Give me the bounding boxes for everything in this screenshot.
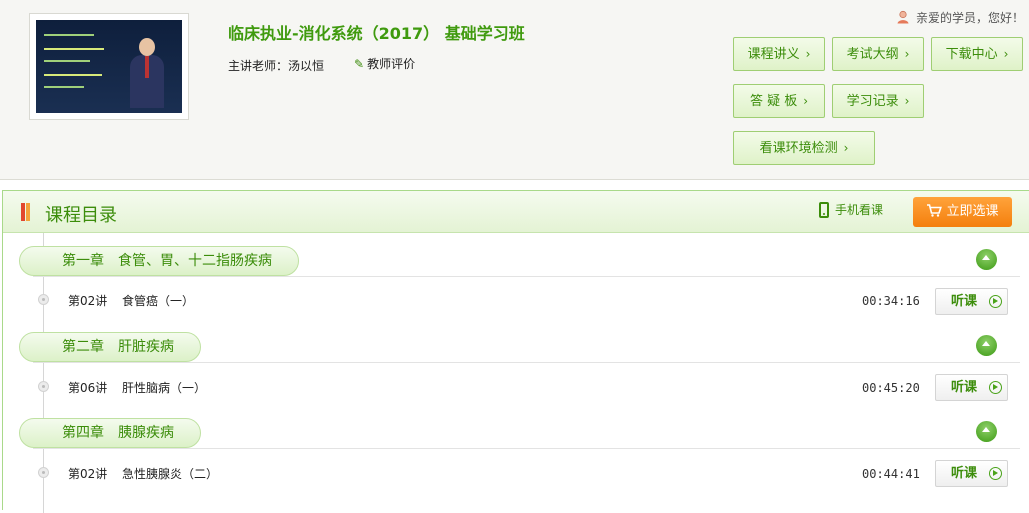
chapter-title[interactable]: 第四章 胰腺疾病: [19, 418, 201, 448]
lesson-number: 第06讲: [68, 381, 108, 395]
collapse-up-icon[interactable]: [976, 335, 997, 356]
course-title: 临床执业-消化系统（2017） 基础学习班: [228, 24, 525, 43]
cart-icon: [927, 204, 943, 217]
teacher-name: 主讲老师：汤以恒: [228, 59, 325, 73]
user-greeting: 亲爱的学员，您好！: [896, 9, 1024, 26]
exam-outline-label: 考试大纲: [846, 47, 899, 62]
mobile-watch-label: 手机看课: [835, 203, 884, 217]
course-header: 临床执业-消化系统（2017） 基础学习班 主讲老师：汤以恒 ✎ 教师评价 亲爱的…: [0, 0, 1029, 180]
chevron-right-icon: ›: [1003, 47, 1009, 61]
download-center-label: 下载中心: [945, 47, 998, 62]
play-icon: [989, 467, 1002, 480]
study-record-button[interactable]: 学习记录 ›: [832, 84, 924, 118]
play-icon: [989, 381, 1002, 394]
study-record-label: 学习记录: [846, 94, 899, 109]
play-icon: [989, 295, 1002, 308]
catalog-header: 课程目录 手机看课 立即选课: [3, 191, 1029, 233]
lesson-number: 第02讲: [68, 294, 108, 308]
mobile-watch-link[interactable]: 手机看课: [819, 201, 883, 218]
listen-button[interactable]: 听课: [935, 374, 1008, 401]
chevron-right-icon: ›: [803, 94, 809, 108]
chevron-right-icon: ›: [904, 47, 910, 61]
chevron-right-icon: ›: [843, 141, 849, 155]
chapter-divider: [33, 448, 1020, 449]
lesson-name: 急性胰腺炎（二）: [122, 467, 219, 481]
catalog-title: 课程目录: [45, 205, 117, 226]
lecturer-figure: [130, 38, 164, 108]
lesson-dot: [38, 467, 49, 478]
course-thumbnail[interactable]: [29, 13, 189, 120]
pencil-icon: ✎: [354, 57, 365, 71]
qa-board-label: 答 疑 板: [749, 94, 798, 109]
enroll-now-label: 立即选课: [946, 204, 999, 219]
lecture-video-preview: [36, 20, 182, 113]
enroll-now-button[interactable]: 立即选课: [913, 197, 1012, 227]
chevron-right-icon: ›: [904, 94, 910, 108]
lesson-duration: 00:44:41: [862, 467, 920, 481]
teacher-rating-label: 教师评价: [367, 57, 416, 71]
listen-label: 听课: [951, 380, 978, 395]
listen-label: 听课: [951, 294, 978, 309]
chapter-title[interactable]: 第一章 食管、胃、十二指肠疾病: [19, 246, 299, 276]
chevron-right-icon: ›: [805, 47, 811, 61]
chapter-divider: [33, 362, 1020, 363]
user-greeting-text: 亲爱的学员，您好！: [915, 11, 1024, 25]
listen-button[interactable]: 听课: [935, 460, 1008, 487]
environment-check-button[interactable]: 看课环境检测 ›: [733, 131, 875, 165]
collapse-up-icon[interactable]: [976, 249, 997, 270]
collapse-up-icon[interactable]: [976, 421, 997, 442]
lesson-name: 食管癌（一）: [122, 294, 195, 308]
lesson-dot: [38, 381, 49, 392]
environment-check-label: 看课环境检测: [759, 141, 838, 156]
exam-outline-button[interactable]: 考试大纲 ›: [832, 37, 924, 71]
course-catalog-panel: 课程目录 手机看课 立即选课 第一章 食管、胃、十二指肠疾病 第02讲 食管癌（…: [2, 190, 1029, 513]
listen-label: 听课: [951, 466, 978, 481]
lesson-dot: [38, 294, 49, 305]
book-icon: [21, 203, 30, 221]
lesson-duration: 00:34:16: [862, 294, 920, 308]
chapter-title[interactable]: 第二章 肝脏疾病: [19, 332, 201, 362]
lesson-duration: 00:45:20: [862, 381, 920, 395]
qa-board-button[interactable]: 答 疑 板 ›: [733, 84, 825, 118]
listen-button[interactable]: 听课: [935, 288, 1008, 315]
lesson-number: 第02讲: [68, 467, 108, 481]
phone-icon: [819, 202, 829, 218]
download-center-button[interactable]: 下载中心 ›: [931, 37, 1023, 71]
user-icon: [897, 10, 909, 24]
lesson-name: 肝性脑病（一）: [122, 381, 207, 395]
lecture-notes-label: 课程讲义: [747, 47, 800, 62]
chapter-divider: [33, 276, 1020, 277]
lecture-notes-button[interactable]: 课程讲义 ›: [733, 37, 825, 71]
teacher-rating-link[interactable]: ✎ 教师评价: [354, 55, 415, 72]
